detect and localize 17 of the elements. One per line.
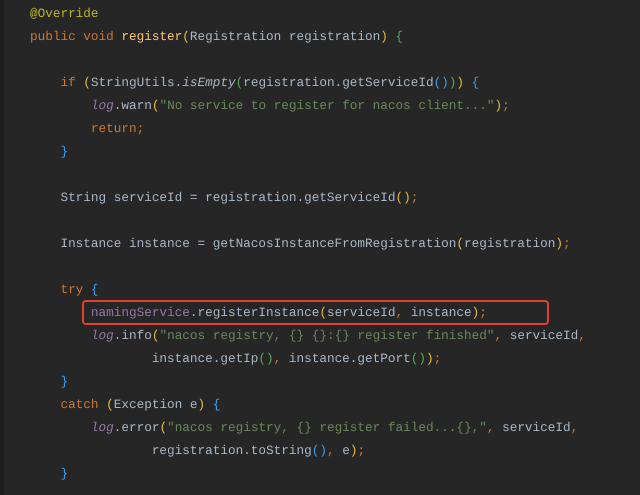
- code-line: instance.getIp(), instance.getPort());: [150, 350, 442, 368]
- code-line: String serviceId = registration.getServiceId();: [59, 189, 418, 207]
- code-line: @Override: [30, 5, 99, 23]
- code-line: return;: [90, 120, 144, 138]
- code-line: }: [59, 143, 68, 161]
- code-line: }: [59, 373, 68, 391]
- code-line: public void register(Registration registration) {: [30, 28, 404, 46]
- code-line: catch (Exception e) {: [59, 396, 220, 414]
- code-line: log.warn("No service to register for nacos client...");: [90, 97, 510, 115]
- code-line: Instance instance = getNacosInstanceFromRegistration(registration);: [59, 235, 571, 253]
- code-line: try {: [59, 281, 99, 299]
- code-line: log.info("nacos registry, {} {}:{} register finished", serviceId,: [90, 327, 586, 345]
- code-line: log.error("nacos registry, {} register failed...{},", serviceId,: [90, 419, 578, 437]
- code-line: registration.toString(), e);: [150, 442, 366, 460]
- code-line: }: [59, 465, 68, 483]
- code-line: if (StringUtils.isEmpty(registration.getServiceId())) {: [59, 74, 480, 92]
- code-line: namingService.registerInstance(serviceId, instance);: [90, 304, 487, 322]
